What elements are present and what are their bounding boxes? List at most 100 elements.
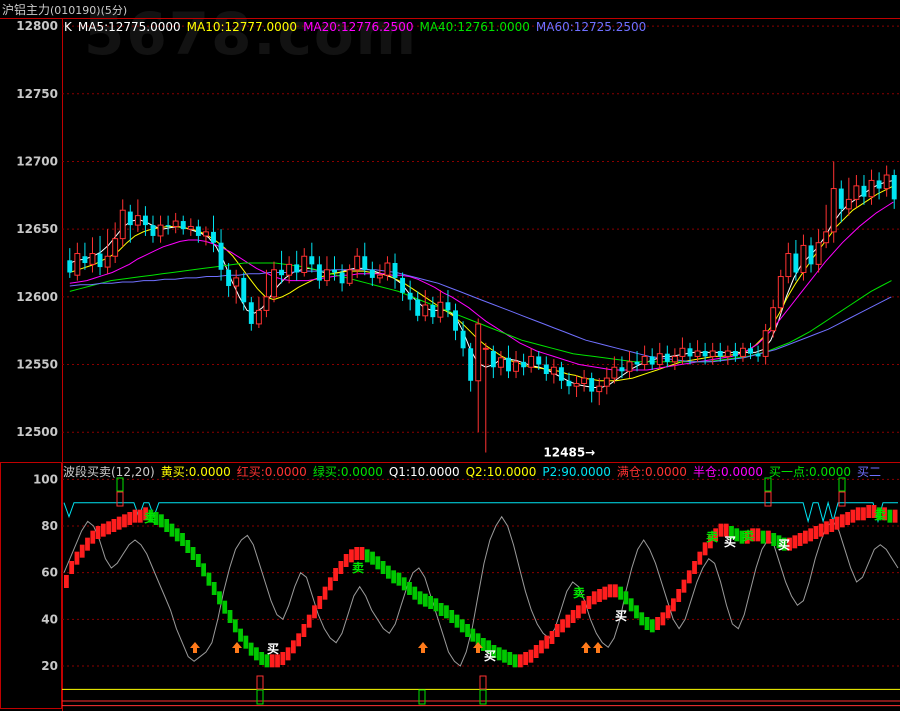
- candle-body-54: [475, 323, 482, 382]
- osc-band-seg-27: [206, 572, 212, 586]
- osc-band-seg-51: [333, 568, 338, 581]
- candle-body-42: [384, 262, 391, 276]
- candle-body-61: [528, 355, 535, 368]
- osc-band-seg-131: [755, 528, 761, 542]
- candle-body-75: [634, 361, 640, 365]
- osc-up-arrow-4: [581, 642, 591, 653]
- osc-band-seg-50: [327, 577, 333, 591]
- candle-body-60: [521, 361, 527, 368]
- candle-body-92: [762, 330, 769, 357]
- candle-body-65: [558, 367, 564, 381]
- candle-body-100: [823, 231, 830, 244]
- candle-body-29: [286, 263, 293, 276]
- osc-band-seg-140: [802, 530, 808, 544]
- candle-body-45: [407, 292, 413, 300]
- osc-band-seg-20: [169, 523, 175, 537]
- candle-body-93: [770, 307, 777, 332]
- osc-band-seg-26: [201, 563, 207, 577]
- osc-legend-item-8: 半仓:0.0000: [692, 465, 763, 479]
- price-legend-item-3: MA20:12776.2500: [303, 20, 414, 34]
- candle-body-11: [150, 225, 156, 236]
- candle-body-97: [800, 244, 807, 273]
- osc-band-seg-37: [259, 652, 265, 665]
- candle-body-49: [437, 301, 444, 318]
- candle-body-63: [543, 364, 549, 375]
- osc-band-seg-12: [127, 512, 133, 525]
- osc-band-seg-151: [861, 507, 866, 521]
- osc-legend-item-5: Q2:10.0000: [465, 465, 537, 479]
- osc-band-seg-89: [533, 645, 539, 658]
- osc-band-seg-75: [459, 619, 465, 633]
- osc-band-seg-29: [217, 591, 222, 605]
- candle-body-48: [430, 304, 436, 318]
- osc-band-seg-120: [697, 551, 703, 565]
- price-legend-item-4: MA40:12761.0000: [419, 20, 530, 34]
- osc-legend-item-0: 波段买卖(12,20): [63, 465, 155, 479]
- candle-body-79: [664, 353, 670, 362]
- osc-band-seg-59: [375, 556, 381, 570]
- osc-sell-label-2: 卖: [573, 585, 585, 600]
- osc-signal-box-7: [256, 689, 264, 705]
- osc-band-seg-23: [185, 540, 191, 553]
- candle-body-13: [165, 225, 171, 227]
- candle-body-85: [709, 350, 716, 357]
- osc-band-seg-83: [502, 649, 507, 663]
- candle-body-0: [67, 260, 73, 273]
- osc-band-seg-6: [95, 526, 101, 539]
- candle-body-89: [739, 347, 746, 357]
- osc-band-seg-96: [570, 610, 576, 623]
- osc-band-seg-21: [174, 528, 180, 542]
- osc-band-seg-99: [586, 596, 592, 609]
- osc-band-seg-121: [702, 542, 708, 556]
- osc-band-seg-77: [470, 628, 476, 642]
- osc-band-seg-111: [649, 619, 655, 633]
- osc-band-seg-119: [692, 561, 697, 574]
- osc-up-arrow-1: [232, 642, 242, 653]
- osc-legend-item-10: 买二: [857, 465, 882, 479]
- osc-band-seg-142: [813, 526, 819, 539]
- osc-band-seg-152: [866, 505, 872, 518]
- price-legend-item-5: MA60:12725.2500: [535, 20, 647, 34]
- oscillator-legend: 波段买卖(12,20) 黄买:0.0000 红买:0.0000 绿买:0.0000 Q1…: [63, 463, 887, 480]
- osc-band-seg-145: [829, 519, 835, 532]
- osc-band-seg-68: [422, 593, 428, 607]
- candle-body-27: [271, 269, 277, 298]
- osc-cyan-line: [63, 500, 898, 524]
- candle-body-16: [187, 225, 194, 230]
- candle-body-98: [808, 245, 814, 265]
- candle-body-25: [255, 309, 262, 325]
- osc-band-seg-13: [132, 509, 138, 523]
- osc-band-seg-113: [660, 612, 666, 626]
- candle-body-101: [830, 188, 837, 233]
- osc-up-arrow-2: [418, 642, 428, 653]
- candle-body-28: [279, 269, 285, 276]
- osc-band-seg-138: [792, 535, 798, 549]
- osc-band-seg-139: [797, 533, 803, 546]
- osc-band-seg-55: [354, 547, 360, 560]
- osc-band-seg-40: [275, 654, 280, 668]
- candle-body-35: [332, 269, 337, 273]
- candle-body-57: [497, 357, 504, 368]
- osc-band-seg-5: [90, 530, 96, 544]
- osc-band-seg-104: [612, 584, 618, 598]
- osc-band-seg-94: [560, 619, 565, 633]
- osc-band-seg-143: [818, 523, 824, 537]
- osc-band-seg-156: [887, 509, 893, 523]
- osc-buy-label-2: 买: [615, 609, 627, 623]
- osc-band-seg-56: [359, 547, 365, 560]
- chart-canvas[interactable]: 12800 12750 12700 12650 12600 12550 12500 12485…: [0, 0, 900, 711]
- osc-band-seg-57: [364, 549, 370, 563]
- osc-band-seg-61: [385, 565, 391, 579]
- candle-body-73: [619, 367, 625, 372]
- osc-band-seg-67: [417, 591, 423, 605]
- price-legend-item-2: MA10:12777.0000: [186, 20, 298, 34]
- candle-body-32: [309, 256, 315, 265]
- candle-body-19: [211, 231, 216, 243]
- osc-band-seg-43: [290, 640, 296, 654]
- candle-body-58: [506, 357, 511, 372]
- osc-band-seg-32: [232, 619, 238, 633]
- osc-band-seg-71: [438, 603, 444, 616]
- osc-band-seg-103: [607, 584, 613, 598]
- candle-body-31: [301, 255, 308, 273]
- osc-band-seg-0: [64, 575, 69, 588]
